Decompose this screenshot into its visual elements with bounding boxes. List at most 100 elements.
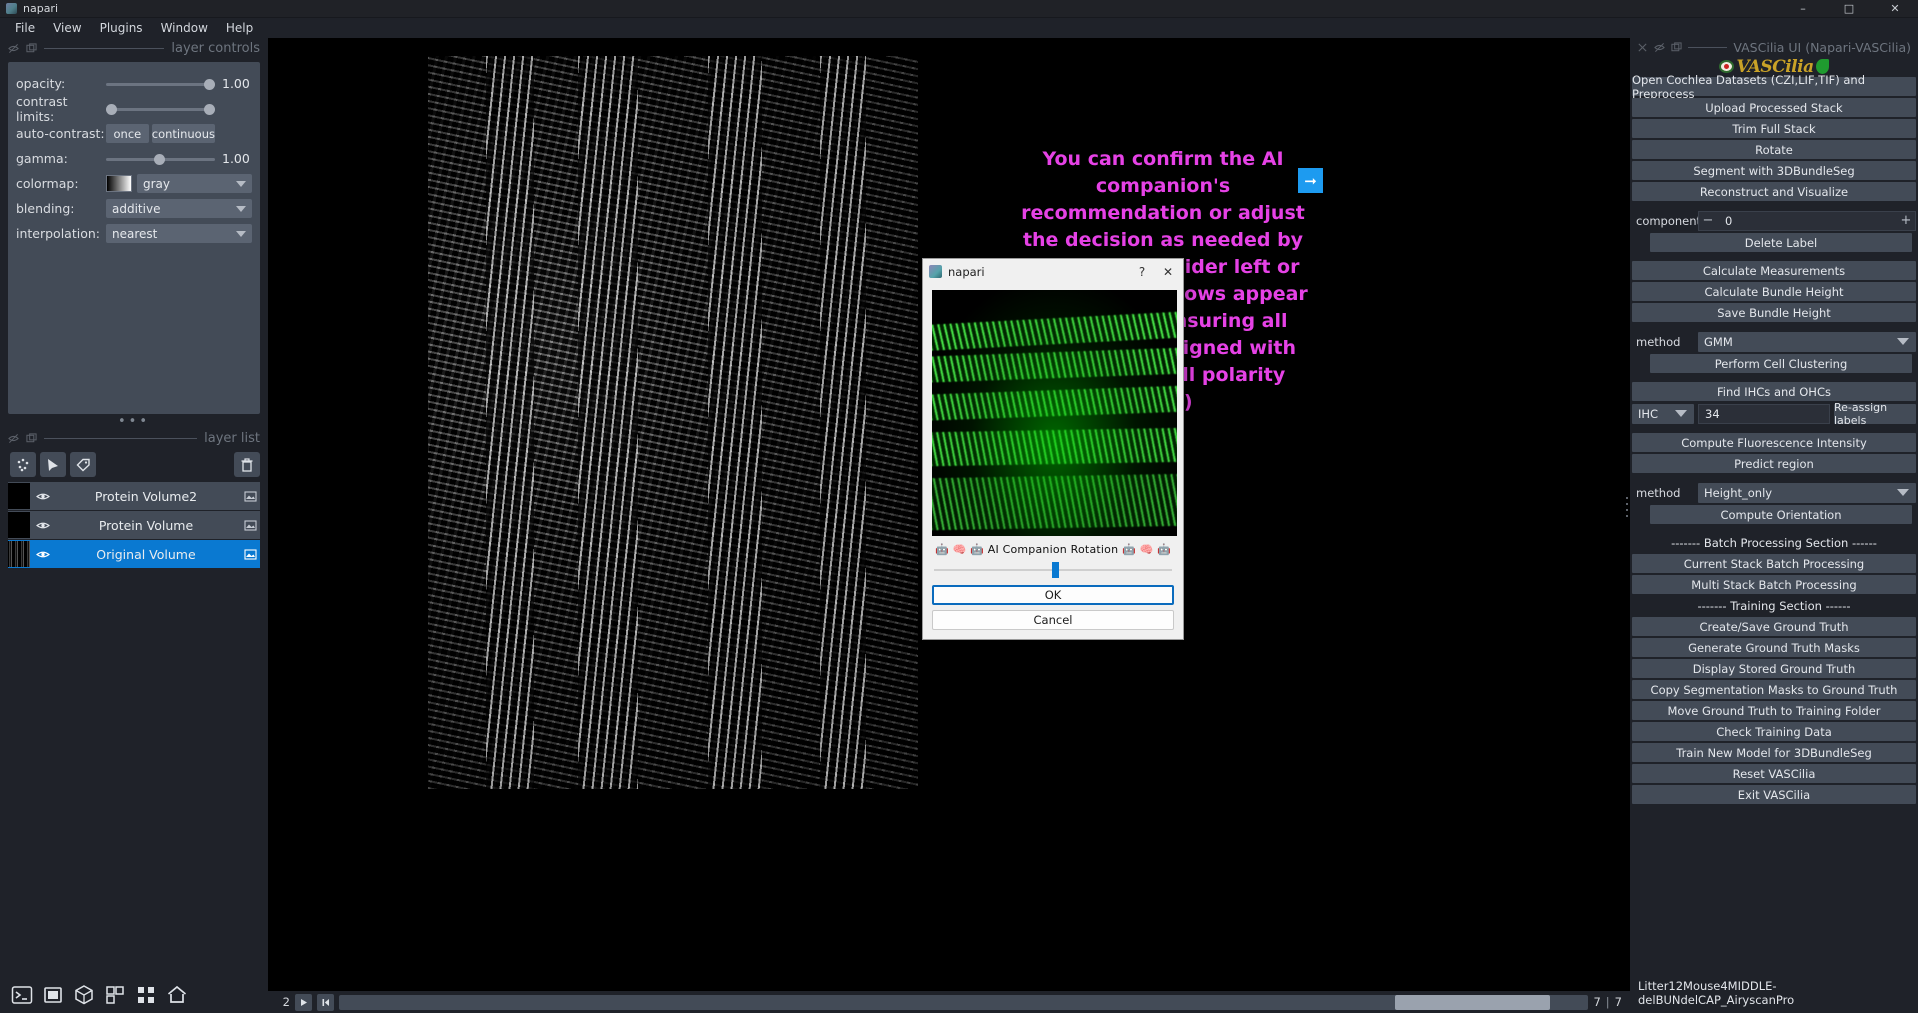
rotation-slider[interactable]	[934, 560, 1172, 580]
trim-full-stack-button[interactable]: Trim Full Stack	[1632, 119, 1916, 138]
predict-region-button[interactable]: Predict region	[1632, 454, 1916, 473]
menu-help[interactable]: Help	[217, 19, 262, 37]
interpolation-select[interactable]: nearest	[106, 224, 252, 243]
layer-thumbnail	[8, 483, 30, 509]
float-icon[interactable]	[26, 42, 37, 54]
status-text: Litter12Mouse4MIDDLE-delBUNdelCAP_Airysc…	[1638, 979, 1795, 1007]
segment-3dbundleseg-button[interactable]: Segment with 3DBundleSeg	[1632, 161, 1916, 180]
blending-value: additive	[112, 201, 161, 216]
open-cochlea-datasets-button[interactable]: Open Cochlea Datasets (CZI,LIF,TIF) and …	[1632, 73, 1916, 101]
cluster-method-select[interactable]: GMM	[1698, 331, 1916, 352]
ai-companion-rotation-dialog[interactable]: napari ? ✕ 🤖 🧠 🤖 AI Companion Rotation 🤖…	[922, 258, 1184, 640]
maximize-button[interactable]: □	[1826, 0, 1872, 18]
minimize-button[interactable]: –	[1780, 0, 1826, 18]
close-button[interactable]: ✕	[1872, 0, 1918, 18]
cancel-button[interactable]: Cancel	[932, 610, 1174, 630]
reset-vascilia-button[interactable]: Reset VASCilia	[1632, 764, 1916, 783]
dimension-slider[interactable]	[339, 994, 1589, 1010]
hide-icon[interactable]	[8, 43, 19, 54]
trash-icon[interactable]	[234, 452, 260, 477]
layer-row-protein-volume2[interactable]: Protein Volume2	[8, 482, 260, 510]
close-icon[interactable]	[1637, 42, 1648, 53]
component-increment-button[interactable]: +	[1897, 213, 1915, 228]
ndisplay-3d-icon[interactable]	[72, 983, 96, 1007]
dialog-help-button[interactable]: ?	[1129, 260, 1155, 283]
dimension-slider-handle[interactable]	[1395, 994, 1551, 1010]
float-icon[interactable]	[26, 432, 37, 444]
contrast-limits-slider[interactable]	[106, 101, 215, 117]
current-stack-batch-processing-button[interactable]: Current Stack Batch Processing	[1632, 554, 1916, 573]
orientation-method-select[interactable]: Height_only	[1698, 482, 1916, 503]
visibility-eye-icon[interactable]	[33, 520, 52, 531]
generate-ground-truth-masks-button[interactable]: Generate Ground Truth Masks	[1632, 638, 1916, 657]
auto-contrast-continuous-button[interactable]: continuous	[151, 124, 215, 143]
cell-count-input[interactable]: 34	[1698, 403, 1830, 424]
ndisplay-2d-icon[interactable]	[41, 983, 65, 1007]
create-save-ground-truth-button[interactable]: Create/Save Ground Truth	[1632, 617, 1916, 636]
menu-window[interactable]: Window	[152, 19, 217, 37]
colormap-select[interactable]: gray	[137, 174, 252, 193]
interpolation-label: interpolation:	[16, 226, 100, 241]
layer-tools	[0, 448, 268, 482]
play-icon[interactable]	[295, 993, 312, 1011]
layer-controls-title: layer controls	[171, 40, 260, 56]
roll-dims-icon[interactable]	[103, 983, 127, 1007]
component-stepper[interactable]: − 0 +	[1698, 210, 1916, 231]
save-bundle-height-button[interactable]: Save Bundle Height	[1632, 303, 1916, 322]
panel-resize-handle[interactable]: •••	[0, 414, 268, 428]
layer-row-protein-volume[interactable]: Protein Volume	[8, 511, 260, 539]
float-icon[interactable]	[1671, 41, 1682, 53]
blending-select[interactable]: additive	[106, 199, 252, 218]
dialog-body: 🤖 🧠 🤖 AI Companion Rotation 🤖 🧠 🤖 OK Can…	[923, 284, 1183, 639]
multi-stack-batch-processing-button[interactable]: Multi Stack Batch Processing	[1632, 575, 1916, 594]
component-decrement-button[interactable]: −	[1699, 213, 1717, 228]
menu-file[interactable]: File	[6, 19, 44, 37]
points-icon[interactable]	[10, 452, 36, 477]
layer-name: Protein Volume	[98, 517, 194, 533]
step-start-icon[interactable]	[317, 993, 334, 1011]
dimension-playbar: 2 7 | 7	[268, 991, 1630, 1013]
reassign-labels-button[interactable]: Re-assign labels	[1834, 401, 1916, 427]
menu-view[interactable]: View	[44, 19, 90, 37]
check-training-data-button[interactable]: Check Training Data	[1632, 722, 1916, 741]
move-ground-truth-button[interactable]: Move Ground Truth to Training Folder	[1632, 701, 1916, 720]
compute-orientation-button[interactable]: Compute Orientation	[1650, 505, 1912, 524]
auto-contrast-once-button[interactable]: once	[106, 124, 149, 143]
visibility-eye-icon[interactable]	[33, 491, 52, 502]
shapes-icon[interactable]	[40, 452, 66, 477]
home-icon[interactable]	[165, 983, 189, 1007]
hide-icon[interactable]	[8, 433, 19, 444]
cell-type-select[interactable]: IHC	[1632, 403, 1694, 424]
console-icon[interactable]	[10, 983, 34, 1007]
find-ihcs-ohcs-button[interactable]: Find IHCs and OHCs	[1632, 382, 1916, 401]
train-new-model-button[interactable]: Train New Model for 3DBundleSeg	[1632, 743, 1916, 762]
perform-cell-clustering-button[interactable]: Perform Cell Clustering	[1650, 354, 1912, 373]
reconstruct-visualize-button[interactable]: Reconstruct and Visualize	[1632, 182, 1916, 201]
copy-segmentation-masks-button[interactable]: Copy Segmentation Masks to Ground Truth	[1632, 680, 1916, 699]
dialog-close-icon[interactable]: ✕	[1155, 260, 1181, 283]
gamma-slider[interactable]	[106, 151, 215, 167]
grid-view-icon[interactable]	[134, 983, 158, 1007]
arrow-right-icon[interactable]: ➞	[1298, 168, 1323, 193]
labels-icon[interactable]	[70, 452, 96, 477]
rotation-slider-handle[interactable]	[1052, 562, 1059, 578]
visibility-eye-icon[interactable]	[33, 549, 52, 560]
calculate-bundle-height-button[interactable]: Calculate Bundle Height	[1632, 282, 1916, 301]
layer-row-original-volume[interactable]: Original Volume	[8, 540, 260, 568]
right-splitter-grip[interactable]	[1624, 495, 1630, 519]
orientation-method-row: method Height_only	[1632, 482, 1916, 503]
batch-processing-section-label: ------- Batch Processing Section ------	[1671, 535, 1877, 550]
exit-vascilia-button[interactable]: Exit VASCilia	[1632, 785, 1916, 804]
napari-logo-icon	[929, 265, 942, 278]
collapse-icon[interactable]	[1654, 42, 1665, 53]
upload-processed-stack-button[interactable]: Upload Processed Stack	[1632, 98, 1916, 117]
display-stored-ground-truth-button[interactable]: Display Stored Ground Truth	[1632, 659, 1916, 678]
menu-plugins[interactable]: Plugins	[91, 19, 152, 37]
opacity-slider[interactable]	[106, 76, 215, 92]
rotate-button[interactable]: Rotate	[1632, 140, 1916, 159]
delete-label-button[interactable]: Delete Label	[1650, 233, 1912, 252]
component-value[interactable]: 0	[1717, 214, 1897, 228]
ok-button[interactable]: OK	[932, 585, 1174, 605]
calculate-measurements-button[interactable]: Calculate Measurements	[1632, 261, 1916, 280]
compute-fluorescence-intensity-button[interactable]: Compute Fluorescence Intensity	[1632, 433, 1916, 452]
